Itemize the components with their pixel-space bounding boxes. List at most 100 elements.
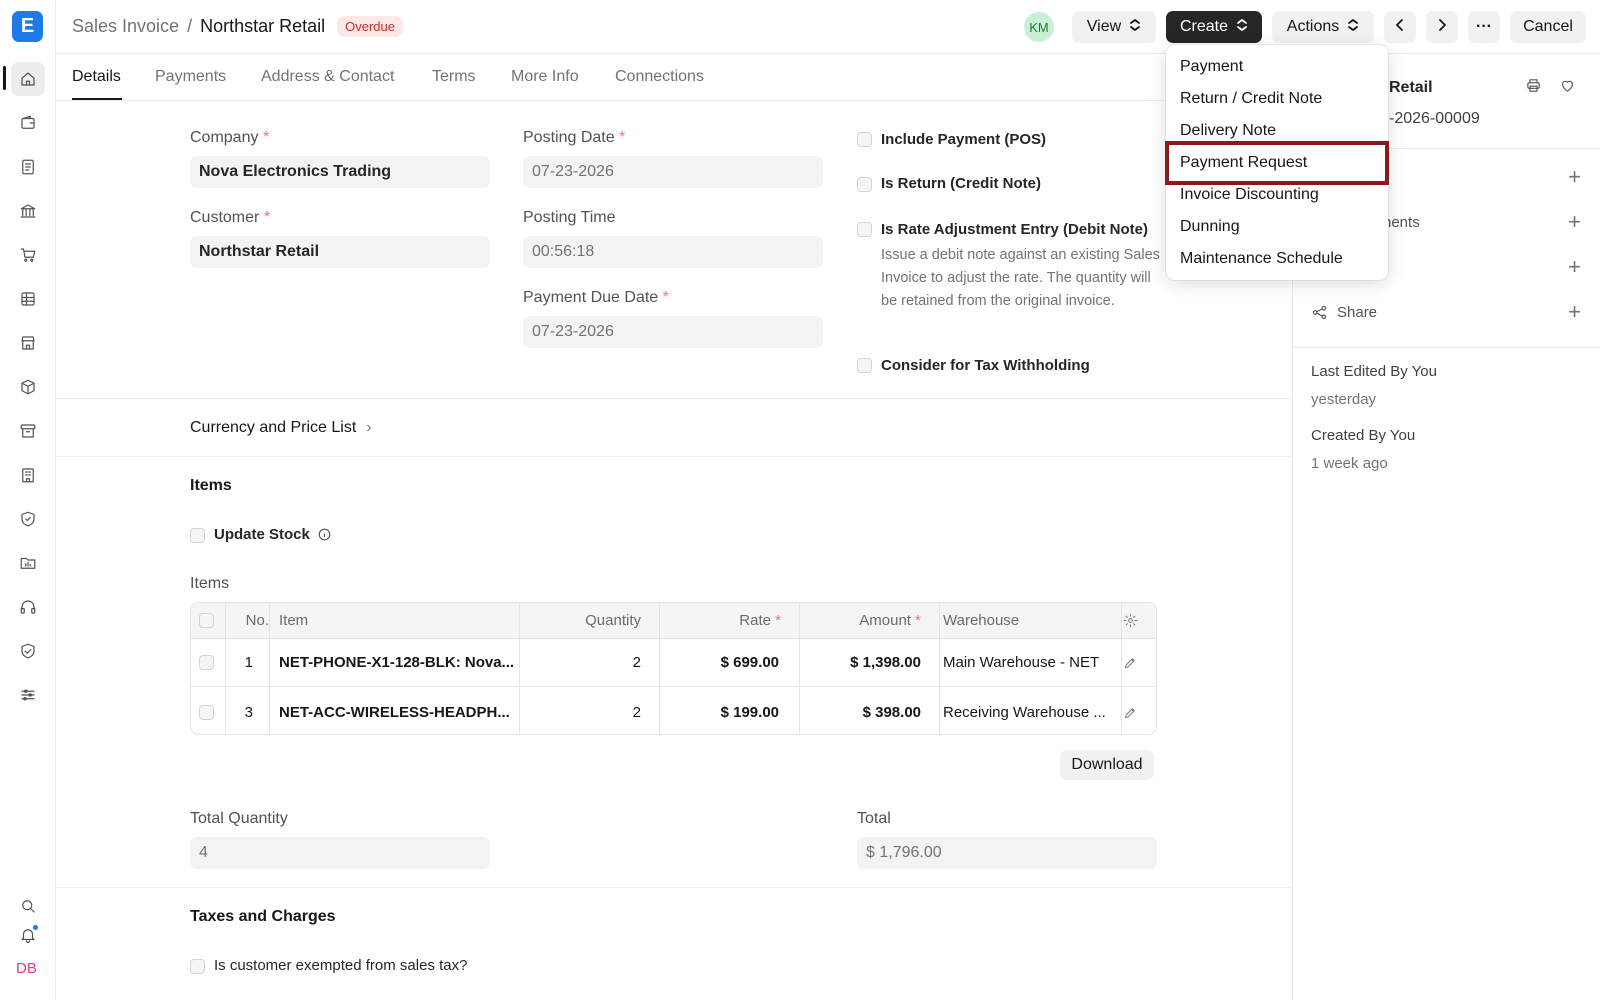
- table-row[interactable]: 3 NET-ACC-WIRELESS-HEADPH... 2 $ 199.00 …: [191, 688, 1156, 734]
- prev-button[interactable]: [1384, 11, 1416, 43]
- checkbox-box: [199, 613, 214, 628]
- shield-icon[interactable]: [11, 502, 45, 536]
- checkbox-box: [199, 704, 214, 720]
- cell-item[interactable]: NET-ACC-WIRELESS-HEADPH...: [279, 688, 514, 734]
- customer-label-text: Customer: [190, 209, 260, 226]
- home-icon[interactable]: [11, 62, 45, 96]
- rate-adjustment-checkbox[interactable]: [857, 222, 872, 237]
- print-icon[interactable]: [1525, 77, 1542, 98]
- archive-icon[interactable]: [11, 414, 45, 448]
- tax-withholding-label: Consider for Tax Withholding: [881, 357, 1090, 374]
- tab-address-contact[interactable]: Address & Contact: [261, 68, 394, 86]
- items-section-title: Items: [190, 477, 232, 494]
- cart-icon[interactable]: [11, 238, 45, 272]
- chevron-updown-icon: [1347, 18, 1359, 37]
- menu-item-payment[interactable]: Payment: [1180, 55, 1243, 79]
- store-icon[interactable]: [11, 326, 45, 360]
- avatar[interactable]: KM: [1024, 12, 1054, 42]
- table-row[interactable]: 1 NET-PHONE-X1-128-BLK: Nova... 2 $ 699.…: [191, 639, 1156, 687]
- chevron-right-icon: [1436, 18, 1448, 37]
- total-label: Total: [857, 810, 891, 827]
- chevron-updown-icon: [1236, 18, 1248, 37]
- cancel-button[interactable]: Cancel: [1510, 11, 1586, 43]
- cell-amount: $ 398.00: [862, 703, 921, 721]
- download-button[interactable]: Download: [1060, 750, 1154, 780]
- plus-icon[interactable]: +: [1568, 254, 1581, 280]
- checkbox-box: [199, 655, 214, 670]
- cell-rate[interactable]: $ 699.00: [661, 639, 779, 686]
- cell-warehouse[interactable]: Receiving Warehouse ...: [943, 688, 1115, 734]
- tab-connections[interactable]: Connections: [615, 68, 704, 86]
- gear-icon[interactable]: [1123, 603, 1143, 638]
- table-icon[interactable]: [11, 282, 45, 316]
- headset-icon[interactable]: [11, 590, 45, 624]
- breadcrumb-parent[interactable]: Sales Invoice: [72, 16, 179, 37]
- cell-rate[interactable]: $ 199.00: [661, 688, 779, 734]
- tab-details[interactable]: Details: [72, 68, 121, 86]
- required-mark: *: [775, 612, 781, 629]
- plus-icon[interactable]: +: [1568, 209, 1581, 235]
- notification-dot: [32, 924, 39, 931]
- table-header: No. Item Quantity Rate * Amount * Wareho…: [191, 603, 1156, 639]
- document-icon[interactable]: [11, 150, 45, 184]
- tax-exempt-checkbox[interactable]: [190, 959, 205, 974]
- is-return-checkbox[interactable]: [857, 177, 872, 192]
- tab-terms[interactable]: Terms: [432, 68, 476, 86]
- building-icon[interactable]: [11, 458, 45, 492]
- bell-icon[interactable]: [11, 918, 45, 952]
- cell-item[interactable]: NET-PHONE-X1-128-BLK: Nova...: [279, 639, 514, 686]
- row-checkbox[interactable]: [199, 688, 219, 734]
- plus-icon[interactable]: +: [1568, 299, 1581, 325]
- edit-icon[interactable]: [1123, 688, 1143, 734]
- cell-quantity[interactable]: 2: [521, 688, 641, 734]
- update-stock-label: Update Stock: [214, 526, 310, 543]
- app-logo[interactable]: E: [12, 11, 43, 42]
- menu-item-dunning[interactable]: Dunning: [1180, 215, 1240, 239]
- more-button[interactable]: ···: [1468, 11, 1500, 43]
- heart-icon[interactable]: [1559, 77, 1576, 98]
- cell-warehouse[interactable]: Main Warehouse - NET: [943, 639, 1115, 686]
- menu-item-maintenance-schedule[interactable]: Maintenance Schedule: [1180, 247, 1343, 271]
- include-payment-checkbox[interactable]: [857, 132, 872, 147]
- row-checkbox[interactable]: [199, 639, 219, 686]
- next-button[interactable]: [1426, 11, 1458, 43]
- company-field[interactable]: Nova Electronics Trading: [190, 156, 490, 188]
- sliders-icon[interactable]: [11, 678, 45, 712]
- sidebar-doc-id: -2026-00009: [1389, 110, 1480, 127]
- menu-item-delivery-note[interactable]: Delivery Note: [1180, 119, 1276, 143]
- posting-time-field[interactable]: 00:56:18: [523, 236, 823, 268]
- col-rate: Rate *: [661, 603, 781, 638]
- cell-quantity[interactable]: 2: [521, 639, 641, 686]
- wallet-icon[interactable]: [11, 106, 45, 140]
- select-all-checkbox[interactable]: [199, 603, 219, 638]
- info-icon[interactable]: [318, 528, 331, 541]
- sidebar-row-share[interactable]: Share +: [1311, 299, 1581, 325]
- col-amount: Amount *: [801, 603, 921, 638]
- bank-icon[interactable]: [11, 194, 45, 228]
- menu-item-invoice-discounting[interactable]: Invoice Discounting: [1180, 183, 1319, 207]
- handshake-shield-icon[interactable]: [11, 634, 45, 668]
- taxes-section-title: Taxes and Charges: [190, 908, 336, 925]
- is-return-label: Is Return (Credit Note): [881, 175, 1042, 192]
- user-avatar[interactable]: DB: [16, 960, 37, 977]
- chevron-right-icon: ›: [366, 419, 372, 436]
- create-button[interactable]: Create: [1166, 11, 1262, 43]
- view-button[interactable]: View: [1072, 11, 1156, 43]
- folder-chart-icon[interactable]: [11, 546, 45, 580]
- tab-payments[interactable]: Payments: [155, 68, 226, 86]
- due-date-field[interactable]: 07-23-2026: [523, 316, 823, 348]
- tab-underline: [72, 98, 122, 100]
- sidebar-title: Retail: [1389, 79, 1433, 96]
- currency-section-toggle[interactable]: Currency and Price List ›: [190, 419, 372, 437]
- plus-icon[interactable]: +: [1568, 164, 1581, 190]
- posting-date-field[interactable]: 07-23-2026: [523, 156, 823, 188]
- package-icon[interactable]: [11, 370, 45, 404]
- tab-more-info[interactable]: More Info: [511, 68, 579, 86]
- total-field: $ 1,796.00: [857, 837, 1157, 869]
- tax-withholding-checkbox[interactable]: [857, 358, 872, 373]
- update-stock-checkbox[interactable]: [190, 528, 205, 543]
- menu-item-return-credit-note[interactable]: Return / Credit Note: [1180, 87, 1322, 111]
- customer-field[interactable]: Northstar Retail: [190, 236, 490, 268]
- edit-icon[interactable]: [1123, 639, 1143, 686]
- actions-button[interactable]: Actions: [1272, 11, 1374, 43]
